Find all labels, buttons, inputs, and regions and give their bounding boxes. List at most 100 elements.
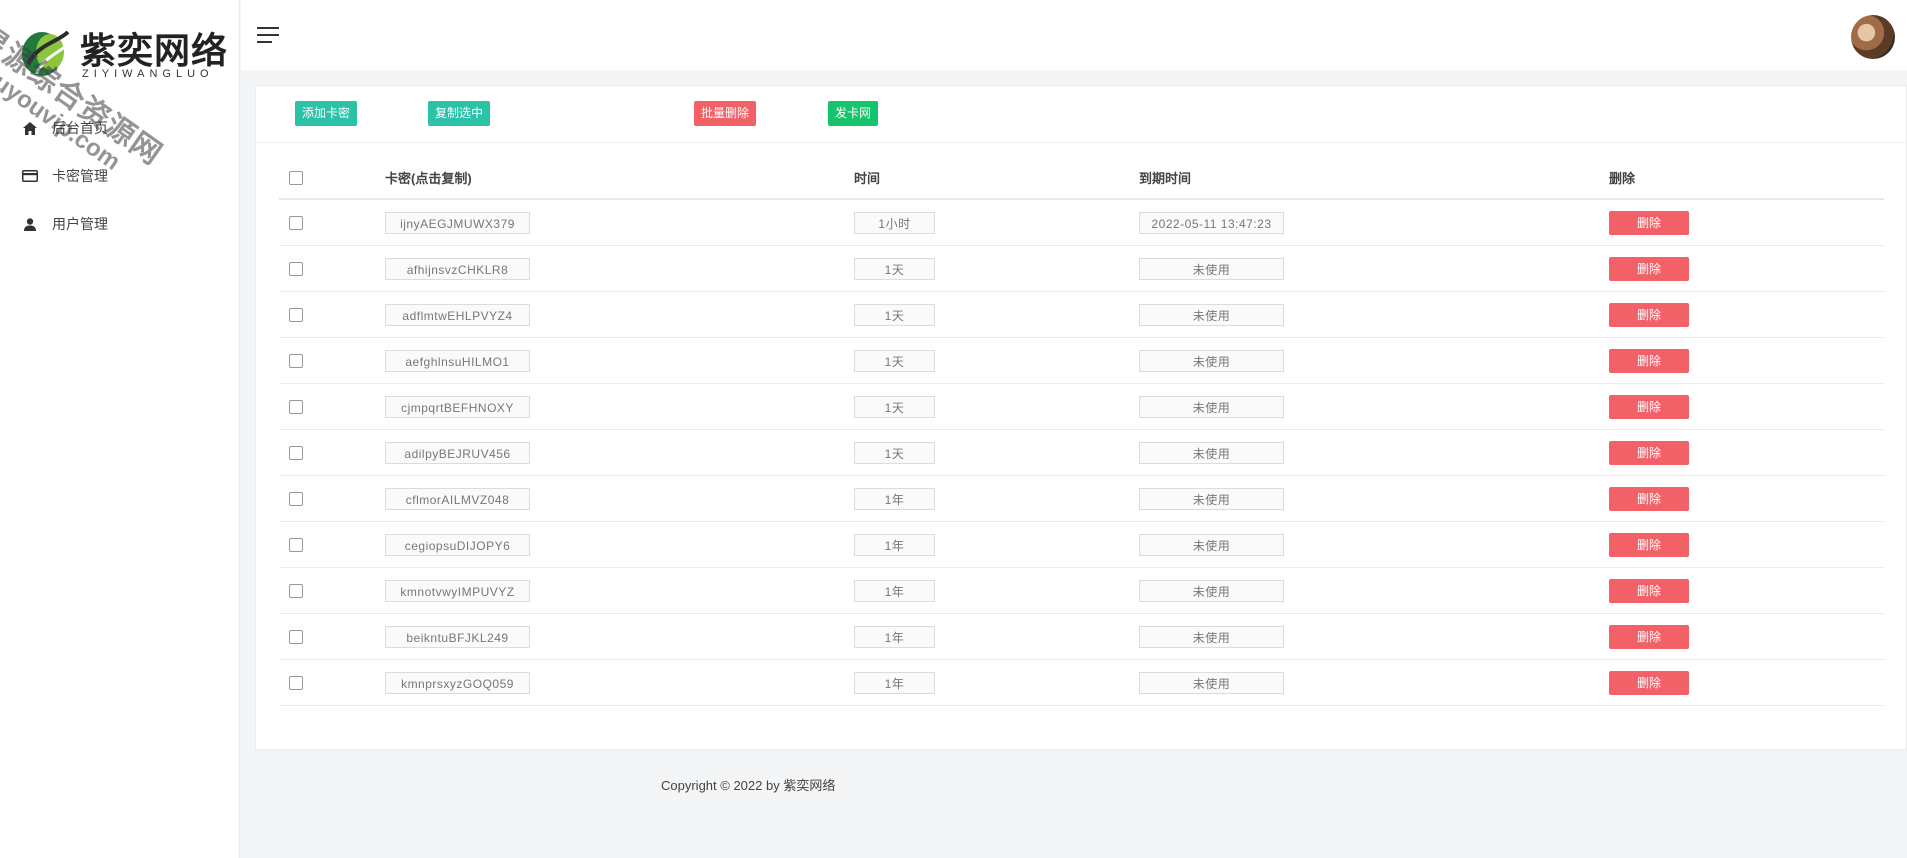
menu-toggle-icon[interactable] xyxy=(257,27,279,45)
row-check-cell xyxy=(279,245,385,292)
row-time-cell: 1年 xyxy=(854,659,1139,706)
row-key-cell: kmnprsxyzGOQ059 xyxy=(385,659,854,706)
row-time-cell: 1天 xyxy=(854,383,1139,430)
logo[interactable]: 紫奕网络 ZIYIWANGLUO xyxy=(14,18,227,82)
card-key-field[interactable]: cflmorAILMVZ048 xyxy=(385,487,530,510)
sidebar-item-label: 后台首页 xyxy=(52,120,108,136)
card-key-field[interactable]: kmnprsxyzGOQ059 xyxy=(385,671,530,694)
row-expire-cell: 未使用 xyxy=(1139,567,1609,614)
sidebar-item-cards[interactable]: 卡密管理 xyxy=(0,152,240,200)
expire-field: 2022-05-11 13:47:23 xyxy=(1139,211,1284,234)
duration-field: 1天 xyxy=(854,395,935,418)
card-key-field[interactable]: cjmpqrtBEFHNOXY xyxy=(385,395,530,418)
row-delete-cell: 删除 xyxy=(1609,199,1884,246)
duration-field: 1年 xyxy=(854,671,935,694)
duration-field: 1天 xyxy=(854,257,935,280)
row-key-cell: cegiopsuDIJOPY6 xyxy=(385,521,854,568)
sidebar-item-users[interactable]: 用户管理 xyxy=(0,200,240,248)
delete-button[interactable]: 删除 xyxy=(1609,532,1689,557)
duration-field: 1天 xyxy=(854,349,935,372)
row-key-cell: aefghlnsuHILMO1 xyxy=(385,337,854,384)
row-check-cell xyxy=(279,475,385,522)
table-row: adilpyBEJRUV456 1天 未使用 删除 xyxy=(279,429,1884,476)
table-row: afhijnsvzCHKLR8 1天 未使用 删除 xyxy=(279,245,1884,292)
expire-field: 未使用 xyxy=(1139,625,1284,648)
row-expire-cell: 未使用 xyxy=(1139,337,1609,384)
row-delete-cell: 删除 xyxy=(1609,429,1884,476)
delete-button[interactable]: 删除 xyxy=(1609,210,1689,235)
card-key-field[interactable]: afhijnsvzCHKLR8 xyxy=(385,257,530,280)
expire-field: 未使用 xyxy=(1139,303,1284,326)
duration-field: 1天 xyxy=(854,303,935,326)
delete-button[interactable]: 删除 xyxy=(1609,348,1689,373)
row-checkbox[interactable] xyxy=(289,676,303,691)
duration-field: 1年 xyxy=(854,487,935,510)
table-row: beikntuBFJKL249 1年 未使用 删除 xyxy=(279,613,1884,660)
sidebar-item-home[interactable]: 后台首页 xyxy=(0,104,240,152)
duration-field: 1年 xyxy=(854,625,935,648)
row-checkbox[interactable] xyxy=(289,216,303,231)
row-check-cell xyxy=(279,337,385,384)
delete-button[interactable]: 删除 xyxy=(1609,670,1689,695)
row-check-cell xyxy=(279,567,385,614)
row-key-cell: cflmorAILMVZ048 xyxy=(385,475,854,522)
card-key-field[interactable]: kmnotvwyIMPUVYZ xyxy=(385,579,530,602)
table-header-row: 卡密(点击复制) 时间 到期时间 删除 xyxy=(279,156,1884,200)
card-key-field[interactable]: aefghlnsuHILMO1 xyxy=(385,349,530,372)
row-checkbox[interactable] xyxy=(289,308,303,323)
table-row: ijnyAEGJMUWX379 1小时 2022-05-11 13:47:23 删除 xyxy=(279,199,1884,246)
add-card-button[interactable]: 添加卡密 xyxy=(295,101,358,126)
expire-field: 未使用 xyxy=(1139,579,1284,602)
row-checkbox[interactable] xyxy=(289,630,303,645)
row-checkbox[interactable] xyxy=(289,584,303,599)
delete-button[interactable]: 删除 xyxy=(1609,578,1689,603)
sidebar-nav: 后台首页 卡密管理 用户管理 xyxy=(0,104,240,248)
duration-field: 1天 xyxy=(854,441,935,464)
delete-button[interactable]: 删除 xyxy=(1609,624,1689,649)
card-list-panel: 添加卡密 复制选中 批量删除 发卡网 卡密(点击复制) 时间 到期时间 删除 i… xyxy=(255,85,1907,750)
card-key-field[interactable]: cegiopsuDIJOPY6 xyxy=(385,533,530,556)
row-checkbox[interactable] xyxy=(289,538,303,553)
select-all-checkbox[interactable] xyxy=(289,170,303,185)
row-checkbox[interactable] xyxy=(289,354,303,369)
row-checkbox[interactable] xyxy=(289,492,303,507)
copy-selected-button[interactable]: 复制选中 xyxy=(428,101,491,126)
delete-button[interactable]: 删除 xyxy=(1609,486,1689,511)
home-icon xyxy=(22,120,38,136)
card-key-field[interactable]: adflmtwEHLPVYZ4 xyxy=(385,303,530,326)
send-card-button[interactable]: 发卡网 xyxy=(828,101,879,126)
expire-field: 未使用 xyxy=(1139,671,1284,694)
card-key-field[interactable]: ijnyAEGJMUWX379 xyxy=(385,211,530,234)
avatar[interactable] xyxy=(1851,15,1895,59)
row-expire-cell: 未使用 xyxy=(1139,521,1609,568)
delete-button[interactable]: 删除 xyxy=(1609,302,1689,327)
table-row: cflmorAILMVZ048 1年 未使用 删除 xyxy=(279,475,1884,522)
delete-button[interactable]: 删除 xyxy=(1609,256,1689,281)
row-expire-cell: 未使用 xyxy=(1139,291,1609,338)
row-delete-cell: 删除 xyxy=(1609,291,1884,338)
row-checkbox[interactable] xyxy=(289,262,303,277)
row-time-cell: 1年 xyxy=(854,613,1139,660)
row-delete-cell: 删除 xyxy=(1609,613,1884,660)
row-expire-cell: 未使用 xyxy=(1139,429,1609,476)
row-check-cell xyxy=(279,291,385,338)
row-checkbox[interactable] xyxy=(289,400,303,415)
expire-field: 未使用 xyxy=(1139,395,1284,418)
delete-button[interactable]: 删除 xyxy=(1609,440,1689,465)
table-row: cegiopsuDIJOPY6 1年 未使用 删除 xyxy=(279,521,1884,568)
row-time-cell: 1年 xyxy=(854,475,1139,522)
duration-field: 1年 xyxy=(854,533,935,556)
card-key-field[interactable]: beikntuBFJKL249 xyxy=(385,625,530,648)
row-check-cell xyxy=(279,429,385,476)
card-key-field[interactable]: adilpyBEJRUV456 xyxy=(385,441,530,464)
batch-delete-button[interactable]: 批量删除 xyxy=(694,101,757,126)
row-checkbox[interactable] xyxy=(289,446,303,461)
delete-button[interactable]: 删除 xyxy=(1609,394,1689,419)
toolbar: 添加卡密 复制选中 批量删除 发卡网 xyxy=(256,86,1906,143)
row-delete-cell: 删除 xyxy=(1609,245,1884,292)
header-delete: 删除 xyxy=(1609,156,1884,200)
card-icon xyxy=(22,168,38,184)
expire-field: 未使用 xyxy=(1139,533,1284,556)
table-row: kmnotvwyIMPUVYZ 1年 未使用 删除 xyxy=(279,567,1884,614)
table-row: adflmtwEHLPVYZ4 1天 未使用 删除 xyxy=(279,291,1884,338)
